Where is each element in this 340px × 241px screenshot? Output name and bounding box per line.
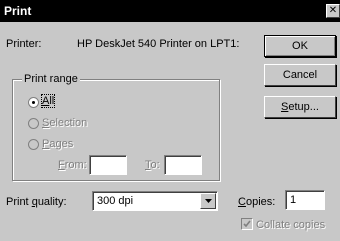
close-icon: ✕	[328, 5, 338, 16]
check-icon	[243, 220, 251, 228]
radio-selected-dot	[32, 101, 35, 104]
printer-name: HP DeskJet 540 Printer on LPT1:	[77, 38, 240, 50]
radio-pages-label: Pages	[42, 138, 74, 150]
setup-button[interactable]: Setup...	[264, 96, 336, 118]
close-button[interactable]: ✕	[326, 4, 340, 18]
collate-label: Collate copies	[256, 219, 326, 231]
from-input[interactable]	[89, 155, 127, 175]
ok-button[interactable]: OK	[264, 35, 336, 57]
to-input[interactable]	[164, 155, 202, 175]
radio-pages[interactable]	[28, 139, 39, 150]
title-bar[interactable]: Print ✕	[0, 0, 340, 22]
window-title: Print	[4, 4, 32, 18]
print-dialog: Print ✕ Printer: HP DeskJet 540 Printer …	[0, 0, 340, 241]
chevron-down-icon	[205, 199, 212, 203]
to-label: To:	[145, 159, 160, 171]
radio-all-label[interactable]: All	[40, 94, 56, 108]
radio-selection-label: Selection	[42, 117, 88, 129]
print-quality-label: Print quality:	[6, 196, 67, 208]
from-label: From:	[58, 159, 87, 171]
printer-label: Printer:	[6, 38, 42, 50]
cancel-button[interactable]: Cancel	[264, 64, 336, 86]
copies-input[interactable]: 1	[285, 190, 325, 210]
radio-selection[interactable]	[28, 118, 39, 129]
print-range-legend: Print range	[22, 73, 80, 85]
print-quality-select[interactable]: 300 dpi	[92, 191, 218, 211]
radio-all[interactable]	[28, 97, 39, 108]
dropdown-button[interactable]	[200, 193, 216, 209]
copies-label: Copies:	[238, 196, 276, 208]
setup-label: etup...	[288, 101, 319, 113]
collate-checkbox[interactable]	[241, 218, 253, 230]
